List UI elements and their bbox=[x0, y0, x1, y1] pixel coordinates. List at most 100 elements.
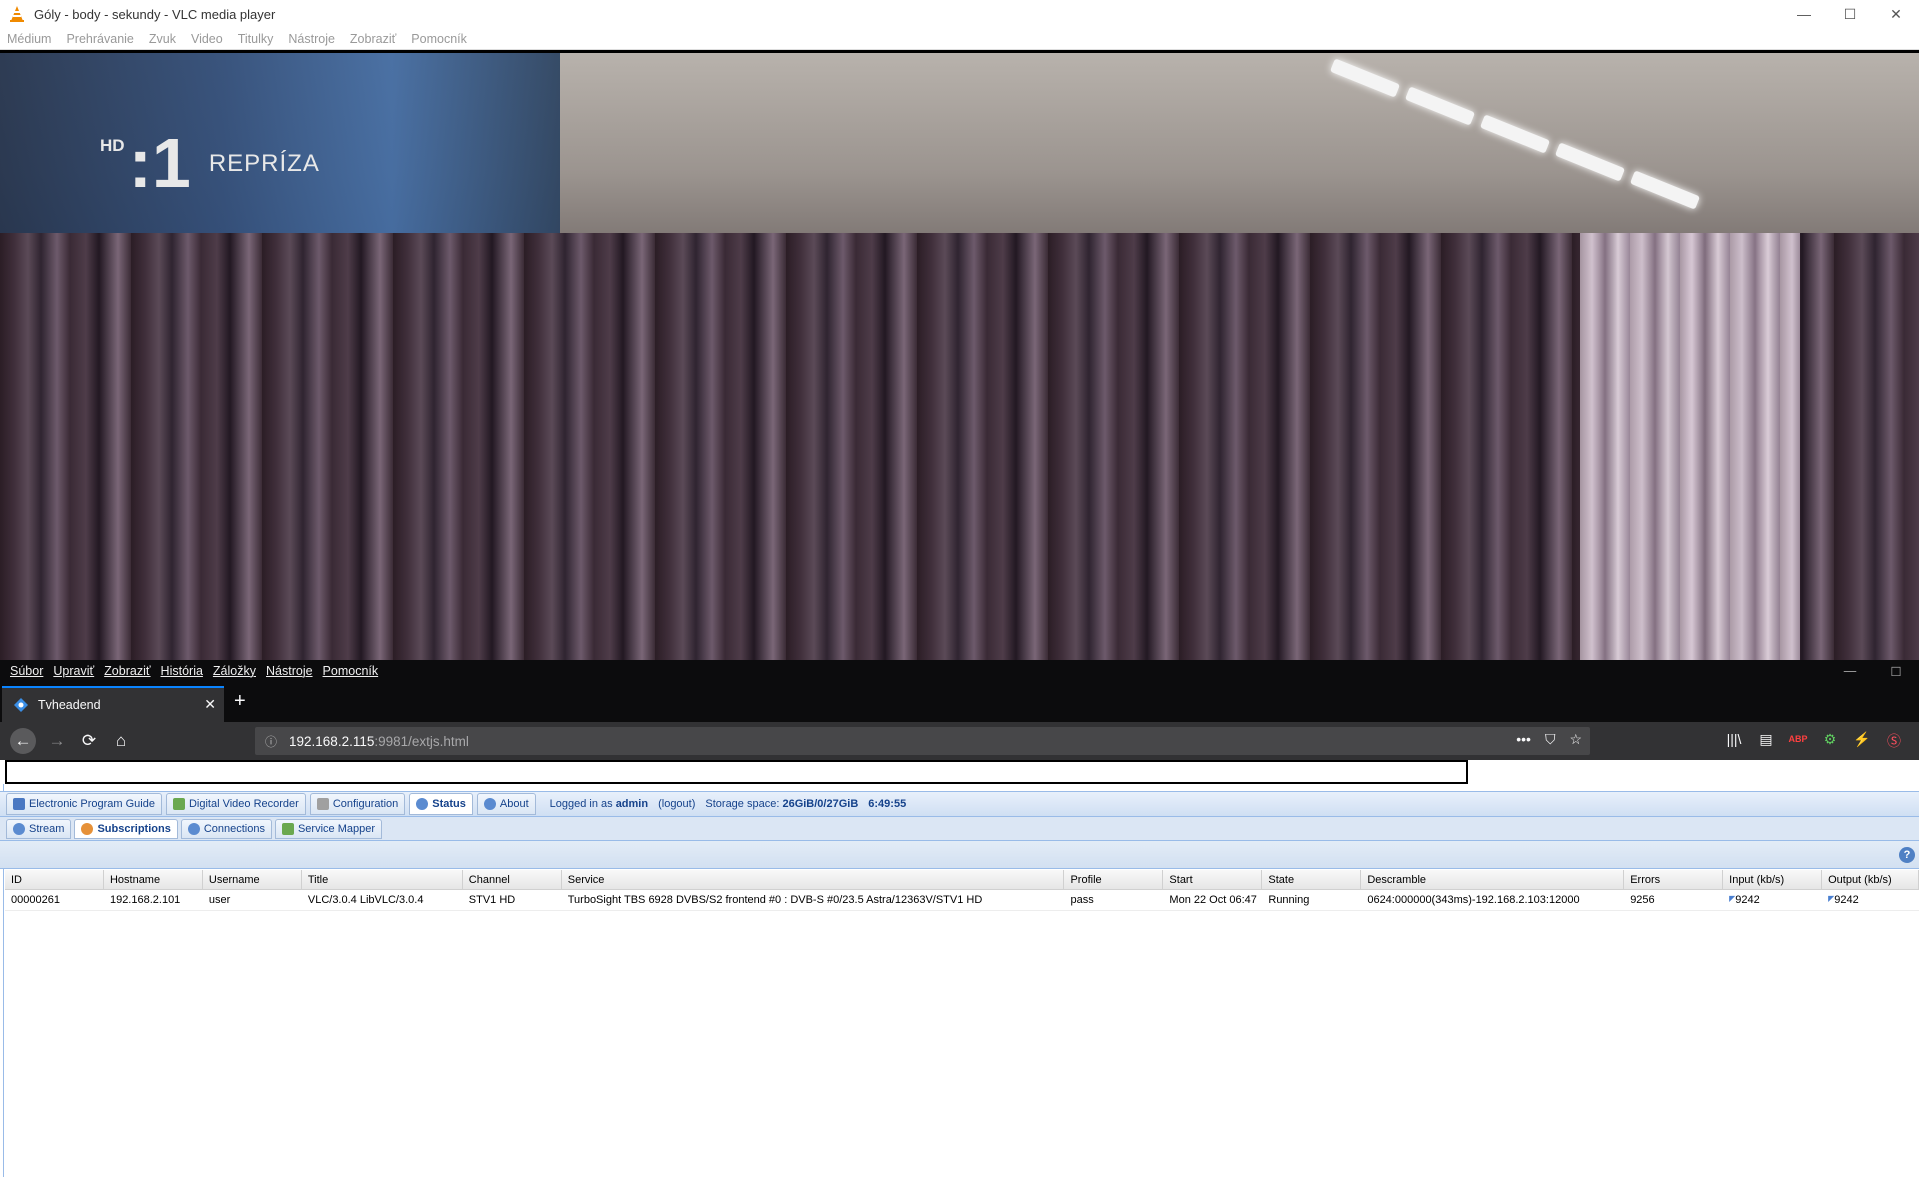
cell-output: ◤9242 bbox=[1822, 890, 1919, 910]
ff-menu-view[interactable]: Zobraziť bbox=[104, 664, 150, 678]
ff-menu-edit[interactable]: Upraviť bbox=[53, 664, 94, 678]
ff-minimize-button[interactable]: — bbox=[1827, 660, 1873, 682]
subtab-service-mapper[interactable]: Service Mapper bbox=[274, 818, 383, 839]
tab-dvr-label: Digital Video Recorder bbox=[188, 798, 299, 810]
col-input[interactable]: Input (kb/s) bbox=[1723, 870, 1823, 889]
storage-info: Storage space: 26GiB/0/27GiB bbox=[705, 798, 858, 810]
storage-label: Storage space: bbox=[705, 798, 780, 810]
tab-close-icon[interactable]: ✕ bbox=[204, 696, 216, 713]
help-icon[interactable]: ? bbox=[1899, 847, 1915, 863]
ff-menu-tools[interactable]: Nástroje bbox=[266, 664, 313, 678]
cell-errors: 9256 bbox=[1630, 894, 1655, 906]
vlc-menu-view[interactable]: Zobraziť bbox=[350, 32, 396, 46]
home-button[interactable]: ⌂ bbox=[108, 728, 134, 754]
cell-id: 00000261 bbox=[11, 894, 60, 906]
tab-status[interactable]: Status bbox=[409, 793, 473, 815]
video-frame[interactable]: HD :1 REPRÍZA bbox=[0, 50, 1919, 660]
forward-button[interactable]: → bbox=[44, 728, 70, 754]
bolt-icon[interactable]: ⚡ bbox=[1846, 731, 1878, 751]
tab-epg[interactable]: Electronic Program Guide bbox=[6, 793, 162, 815]
cell-input-value: 9242 bbox=[1735, 894, 1760, 906]
vlc-menu-subtitles[interactable]: Titulky bbox=[238, 32, 274, 46]
pocket-icon[interactable]: ⛉ bbox=[1545, 731, 1556, 748]
logo-text: REPRÍZA bbox=[208, 150, 320, 177]
col-hostname[interactable]: Hostname bbox=[104, 870, 203, 889]
vlc-titlebar: Góly - body - sekundy - VLC media player… bbox=[0, 0, 1919, 28]
firefox-menubar: Súbor Upraviť Zobraziť História Záložky … bbox=[0, 660, 1919, 682]
tab-about-label: About bbox=[499, 798, 529, 810]
cell-hostname: 192.168.2.101 bbox=[109, 894, 181, 906]
adblock-icon[interactable]: ABP bbox=[1782, 731, 1814, 751]
page-actions-icon[interactable]: ••• bbox=[1516, 731, 1531, 748]
firefox-navbar: ← → ⟳ ⌂ ⓘ 192.168.2.115 :9981/extjs.html… bbox=[0, 722, 1919, 760]
tab-configuration[interactable]: Configuration bbox=[309, 793, 406, 815]
col-channel[interactable]: Channel bbox=[463, 870, 562, 889]
wrench-icon bbox=[316, 798, 329, 810]
s-icon[interactable]: Ⓢ bbox=[1878, 731, 1910, 751]
col-start[interactable]: Start bbox=[1163, 870, 1263, 889]
col-id[interactable]: ID bbox=[5, 870, 104, 889]
vlc-close-button[interactable]: ✕ bbox=[1873, 0, 1919, 28]
subscriptions-grid: ID Hostname Username Title Channel Servi… bbox=[5, 870, 1919, 911]
storage-value: 26GiB/0/27GiB bbox=[782, 798, 859, 810]
vlc-maximize-button[interactable]: ☐ bbox=[1827, 0, 1873, 28]
ff-menu-bookmarks[interactable]: Záložky bbox=[213, 664, 256, 678]
col-profile[interactable]: Profile bbox=[1064, 870, 1164, 889]
vlc-menu-video[interactable]: Video bbox=[191, 32, 223, 46]
table-row[interactable]: 00000261 192.168.2.101 user VLC/3.0.4 Li… bbox=[5, 890, 1919, 911]
tab-about[interactable]: About bbox=[476, 793, 536, 815]
logged-in-user: admin bbox=[615, 798, 649, 810]
col-service[interactable]: Service bbox=[562, 870, 1065, 889]
bookmark-star-icon[interactable]: ☆ bbox=[1569, 731, 1582, 748]
vlc-menu-playback[interactable]: Prehrávanie bbox=[66, 32, 133, 46]
ff-maximize-button[interactable]: ☐ bbox=[1873, 660, 1919, 682]
arrow-right-icon bbox=[281, 822, 294, 835]
col-username[interactable]: Username bbox=[203, 870, 302, 889]
vlc-window-controls: — ☐ ✕ bbox=[1781, 0, 1919, 28]
col-output[interactable]: Output (kb/s) bbox=[1822, 870, 1919, 889]
subtab-subscriptions-label: Subscriptions bbox=[97, 822, 171, 835]
vlc-menu-audio[interactable]: Zvuk bbox=[149, 32, 176, 46]
logged-in-prefix: Logged in as bbox=[549, 798, 613, 810]
sidebar-icon[interactable]: ▤ bbox=[1750, 731, 1782, 751]
vlc-window-title: Góly - body - sekundy - VLC media player bbox=[34, 6, 276, 22]
cell-output-value: 9242 bbox=[1834, 894, 1859, 906]
vlc-menu-tools[interactable]: Nástroje bbox=[288, 32, 335, 46]
vlc-menu-help[interactable]: Pomocník bbox=[411, 32, 467, 46]
library-icon[interactable]: |||\ bbox=[1718, 731, 1750, 751]
new-tab-button[interactable]: + bbox=[234, 690, 246, 713]
url-bar[interactable]: ⓘ 192.168.2.115 :9981/extjs.html ••• ⛉ ☆ bbox=[255, 727, 1590, 755]
toolbar-right: |||\ ▤ ABP ⚙ ⚡ Ⓢ bbox=[1718, 731, 1910, 751]
ff-menu-help[interactable]: Pomocník bbox=[323, 664, 379, 678]
url-path: :9981/extjs.html bbox=[374, 733, 469, 749]
subtab-subscriptions[interactable]: Subscriptions bbox=[74, 818, 178, 839]
tab-dvr[interactable]: Digital Video Recorder bbox=[165, 793, 306, 815]
reload-button[interactable]: ⟳ bbox=[76, 728, 102, 754]
site-info-icon[interactable]: ⓘ bbox=[265, 733, 277, 750]
ff-menu-file[interactable]: Súbor bbox=[10, 664, 43, 678]
cell-descramble: 0624:000000(343ms)-192.168.2.103:12000 bbox=[1367, 894, 1580, 906]
tab-epg-label: Electronic Program Guide bbox=[29, 798, 155, 810]
tvheadend-app: Electronic Program Guide Digital Video R… bbox=[0, 784, 1919, 1177]
col-descramble[interactable]: Descramble bbox=[1361, 870, 1625, 889]
tab-status-label: Status bbox=[432, 798, 466, 810]
blank-frame bbox=[5, 760, 1468, 784]
vlc-minimize-button[interactable]: — bbox=[1781, 0, 1827, 28]
vlc-cone-icon bbox=[10, 6, 24, 22]
logout-link[interactable]: (logout) bbox=[658, 798, 695, 810]
col-title[interactable]: Title bbox=[302, 870, 463, 889]
subtab-stream[interactable]: Stream bbox=[6, 818, 72, 839]
back-button[interactable]: ← bbox=[10, 728, 36, 754]
subtab-connections[interactable]: Connections bbox=[180, 818, 272, 839]
ff-menu-history[interactable]: História bbox=[161, 664, 203, 678]
cell-channel: STV1 HD bbox=[468, 894, 516, 906]
subtab-stream-label: Stream bbox=[29, 822, 65, 835]
firefox-tabbar: Tvheadend ✕ + bbox=[0, 682, 1919, 722]
extension-icon[interactable]: ⚙ bbox=[1814, 731, 1846, 751]
vlc-menu-medium[interactable]: Médium bbox=[7, 32, 51, 46]
tab-tvheadend[interactable]: Tvheadend ✕ bbox=[2, 686, 224, 722]
col-state[interactable]: State bbox=[1262, 870, 1362, 889]
col-errors[interactable]: Errors bbox=[1624, 870, 1724, 889]
url-actions: ••• ⛉ ☆ bbox=[1502, 731, 1582, 748]
cell-profile: pass bbox=[1070, 894, 1094, 906]
